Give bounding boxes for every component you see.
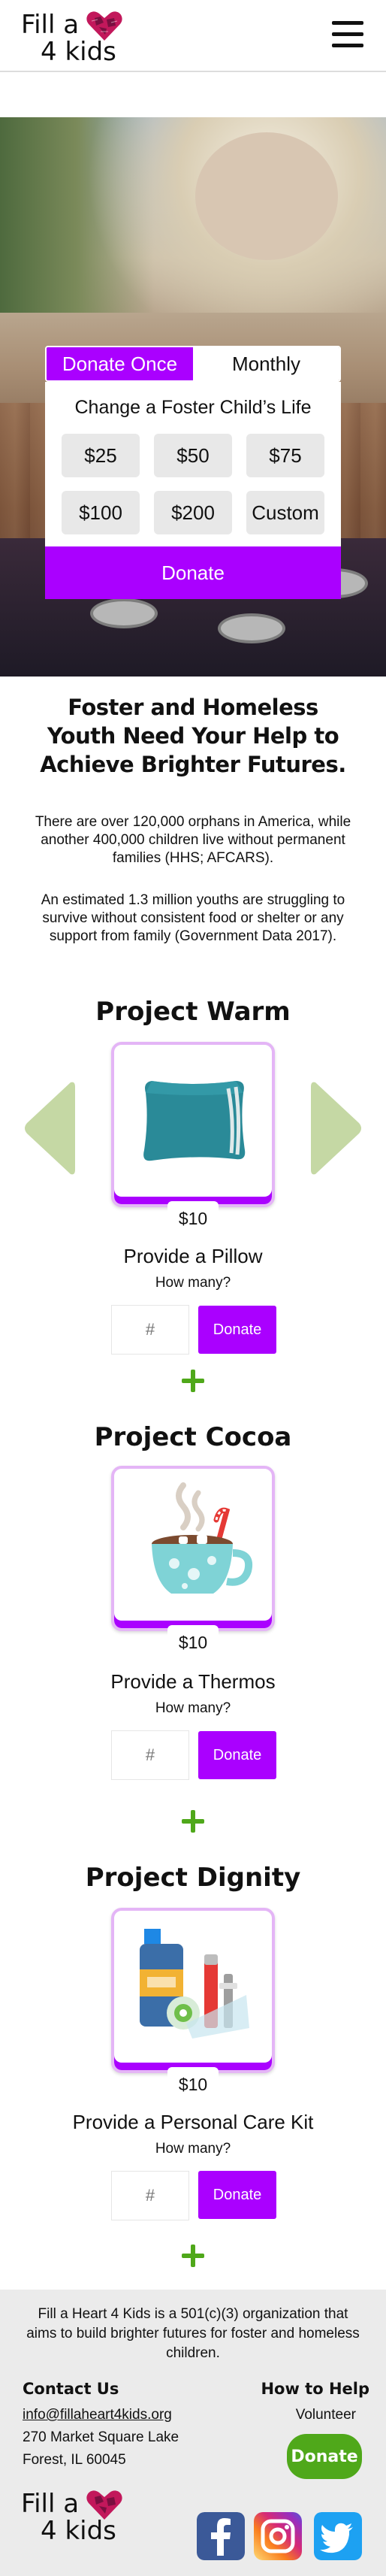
project-title: Project Warm <box>95 997 291 1027</box>
logo-text-line1: Fill a <box>21 10 80 40</box>
project-how-many-label: How many? <box>155 2141 231 2157</box>
personal-care-kit-icon <box>140 1929 249 2039</box>
address-line-1: 270 Market Square Lake <box>23 2429 179 2445</box>
pillow-icon <box>143 1081 246 1161</box>
project-donate-button[interactable]: Donate <box>198 2171 276 2219</box>
project-price: $10 <box>167 1201 219 1236</box>
carousel-next-arrow-icon[interactable] <box>311 1079 365 1177</box>
amount-25-button[interactable]: $25 <box>62 434 140 477</box>
footer-about-text: Fill a Heart 4 Kids is a 501(c)(3) organ… <box>26 2306 360 2361</box>
project-how-many-label: How many? <box>155 1700 231 1716</box>
hero-section: Donate Once Monthly Change a Foster Chil… <box>0 117 386 677</box>
donation-card: Change a Foster Child’s Life $25 $50 $75… <box>45 382 341 599</box>
project-image-card[interactable] <box>111 1042 275 1207</box>
project-item-name: Provide a Pillow <box>123 1245 263 1267</box>
logo-text-line2: 4 kids <box>41 2516 116 2546</box>
plus-icon[interactable] <box>182 1810 204 1833</box>
mission-paragraph-1: There are over 120,000 orphans in Americ… <box>35 814 351 866</box>
quantity-input[interactable] <box>111 1730 189 1780</box>
amount-50-button[interactable]: $50 <box>154 434 232 477</box>
plus-icon[interactable] <box>182 2245 204 2267</box>
site-footer: Fill a Heart 4 Kids is a 501(c)(3) organ… <box>0 2290 386 2576</box>
project-image-card[interactable] <box>111 1466 275 1631</box>
amount-options: $25 $50 $75 $100 $200 Custom <box>62 434 324 534</box>
tab-donate-once[interactable]: Donate Once <box>47 347 193 380</box>
donation-widget: Donate Once Monthly Change a Foster Chil… <box>45 346 341 599</box>
contact-email-link[interactable]: info@fillaheart4kids.org <box>23 2407 172 2423</box>
contact-heading: Contact Us <box>23 2380 119 2398</box>
plus-icon[interactable] <box>182 1370 204 1392</box>
donation-card-title: Change a Foster Child’s Life <box>74 397 312 418</box>
project-donate-button[interactable]: Donate <box>198 1731 276 1779</box>
instagram-icon[interactable] <box>254 2512 302 2560</box>
mission-paragraph-2: An estimated 1.3 million youths are stru… <box>41 892 345 944</box>
amount-100-button[interactable]: $100 <box>62 491 140 534</box>
mission-title: Foster and Homeless Youth Need Your Help… <box>40 695 346 777</box>
volunteer-link[interactable]: Volunteer <box>296 2407 356 2423</box>
carousel-prev-arrow-icon[interactable] <box>21 1079 75 1177</box>
project-donate-button[interactable]: Donate <box>198 1306 276 1354</box>
hero-donate-button[interactable]: Donate <box>45 546 341 599</box>
project-title: Project Dignity <box>85 1863 301 1893</box>
project-item-name: Provide a Thermos <box>110 1670 276 1693</box>
logo-text-line1: Fill a <box>21 2489 80 2519</box>
project-price: $10 <box>167 2067 219 2102</box>
project-item-name: Provide a Personal Care Kit <box>72 2111 314 2133</box>
footer-logo[interactable]: Fill a 4 kids <box>21 2485 126 2547</box>
amount-200-button[interactable]: $200 <box>154 491 232 534</box>
project-image-card[interactable] <box>111 1908 275 2073</box>
site-header: Fill a 4 kids <box>0 0 386 72</box>
facebook-icon[interactable] <box>197 2512 245 2560</box>
project-price: $10 <box>167 1625 219 1660</box>
project-how-many-label: How many? <box>155 1275 231 1291</box>
quantity-input[interactable] <box>111 2171 189 2220</box>
footer-donate-button[interactable]: Donate <box>287 2434 362 2479</box>
project-title: Project Cocoa <box>94 1422 292 1452</box>
hot-cocoa-mug-icon <box>152 1482 252 1594</box>
hamburger-menu-icon[interactable] <box>332 20 363 50</box>
site-logo[interactable]: Fill a 4 kids <box>21 6 126 68</box>
logo-text-line2: 4 kids <box>41 37 116 67</box>
twitter-icon[interactable] <box>314 2512 362 2560</box>
amount-custom-button[interactable]: Custom <box>246 491 324 534</box>
how-to-help-heading: How to Help <box>261 2380 369 2398</box>
quantity-input[interactable] <box>111 1305 189 1355</box>
address-line-2: Forest, IL 60045 <box>23 2452 126 2468</box>
amount-75-button[interactable]: $75 <box>246 434 324 477</box>
frequency-toggle: Donate Once Monthly <box>45 346 341 382</box>
tab-monthly[interactable]: Monthly <box>193 347 339 380</box>
